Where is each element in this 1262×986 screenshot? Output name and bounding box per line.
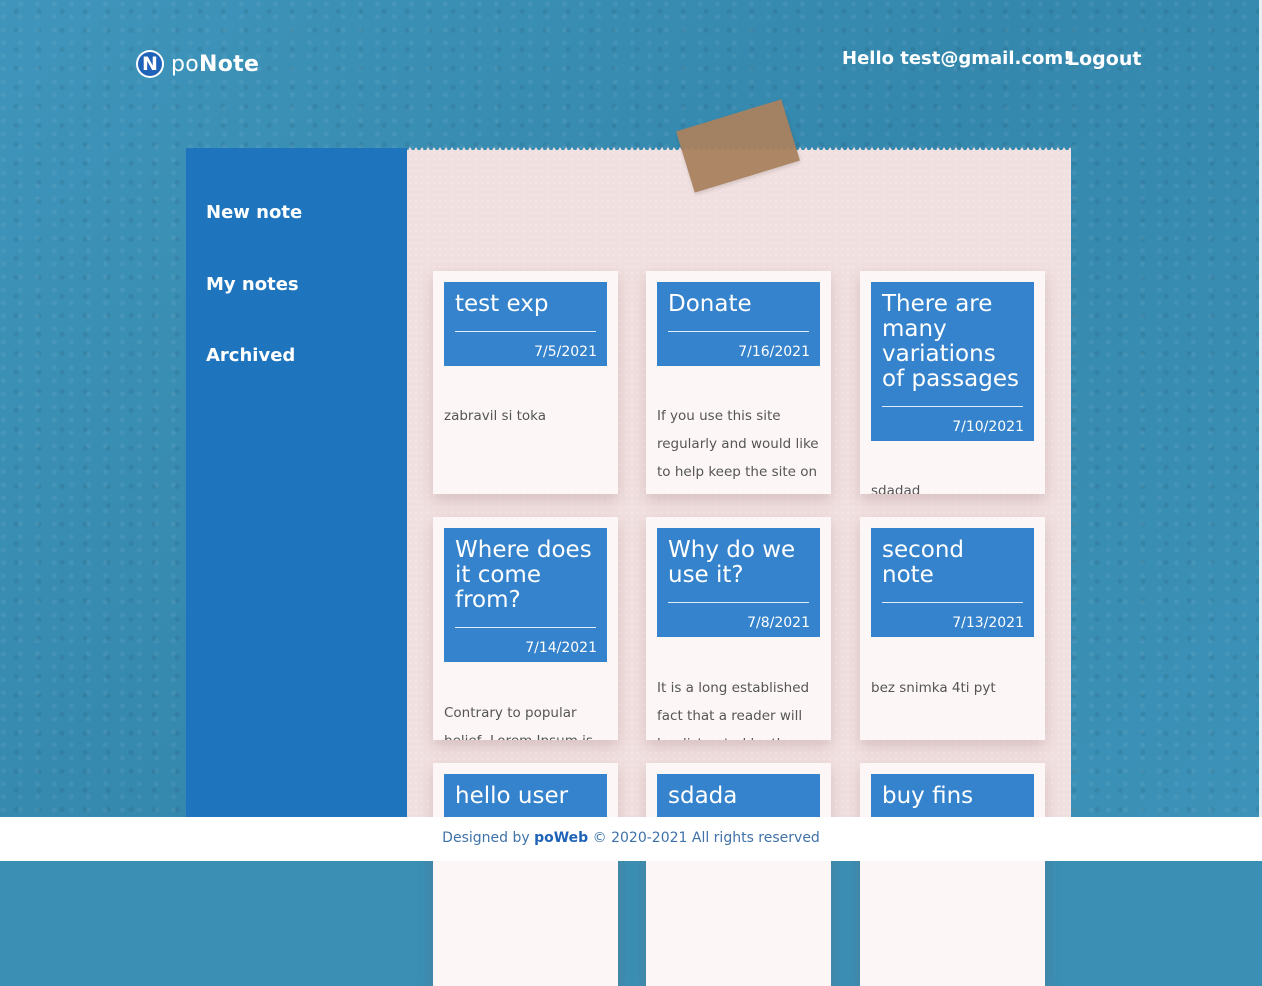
note-date: 7/5/2021 — [534, 344, 597, 360]
note-title: Where does it come from? — [455, 538, 596, 628]
note-date: 7/8/2021 — [747, 615, 810, 631]
note-title: Donate — [668, 292, 809, 332]
note-card[interactable]: test exp 7/5/2021 zabravil si toka — [433, 271, 618, 494]
note-body: It is a long established fact that a rea… — [657, 680, 810, 740]
note-body: zabravil si toka — [444, 408, 547, 424]
note-card[interactable]: There are many variations of passages 7/… — [860, 271, 1045, 494]
note-header: There are many variations of passages 7/… — [871, 282, 1034, 441]
note-header: Where does it come from? 7/14/2021 — [444, 528, 607, 662]
note-card[interactable]: hello user — [433, 763, 618, 986]
sidebar: New note My notes Archived — [186, 148, 407, 817]
note-header: Why do we use it? 7/8/2021 — [657, 528, 820, 637]
note-body: bez snimka 4ti pyt — [871, 680, 996, 696]
note-card[interactable]: sdada — [646, 763, 831, 986]
note-title: Why do we use it? — [668, 538, 809, 603]
note-title: There are many variations of passages — [882, 292, 1023, 407]
note-date: 7/14/2021 — [525, 640, 597, 656]
app-logo[interactable]: N poNote — [136, 50, 259, 78]
footer-brand-link[interactable]: poWeb — [534, 830, 588, 846]
note-header: test exp 7/5/2021 — [444, 282, 607, 366]
note-card[interactable]: Donate 7/16/2021 If you use this site re… — [646, 271, 831, 494]
sidebar-item-new-note[interactable]: New note — [206, 202, 302, 223]
note-body: Contrary to popular belief, Lorem Ipsum … — [444, 705, 593, 740]
note-date: 7/13/2021 — [952, 615, 1024, 631]
footer-prefix: Designed by — [442, 830, 530, 846]
user-greeting: Hello test@gmail.com! — [842, 48, 1072, 69]
note-card[interactable]: second note 7/13/2021 bez snimka 4ti pyt — [860, 517, 1045, 740]
note-body: If you use this site regularly and would… — [657, 408, 819, 480]
note-header: second note 7/13/2021 — [871, 528, 1034, 637]
note-card[interactable]: Where does it come from? 7/14/2021 Contr… — [433, 517, 618, 740]
logo-text: poNote — [171, 51, 260, 77]
footer-copyright: © 2020-2021 All rights reserved — [592, 830, 820, 846]
logo-n-icon: N — [136, 50, 164, 78]
note-card[interactable]: Why do we use it? 7/8/2021 It is a long … — [646, 517, 831, 740]
note-title: second note — [882, 538, 1023, 603]
note-body: sdadad — [871, 483, 921, 494]
note-header: Donate 7/16/2021 — [657, 282, 820, 366]
sidebar-item-archived[interactable]: Archived — [206, 345, 295, 366]
note-date: 7/10/2021 — [952, 419, 1024, 435]
logout-link[interactable]: Logout — [1067, 48, 1141, 70]
footer: Designed by poWeb © 2020-2021 All rights… — [0, 817, 1262, 861]
note-card[interactable]: buy fins — [860, 763, 1045, 986]
sidebar-item-my-notes[interactable]: My notes — [206, 274, 299, 295]
note-title: test exp — [455, 292, 596, 332]
note-date: 7/16/2021 — [738, 344, 810, 360]
